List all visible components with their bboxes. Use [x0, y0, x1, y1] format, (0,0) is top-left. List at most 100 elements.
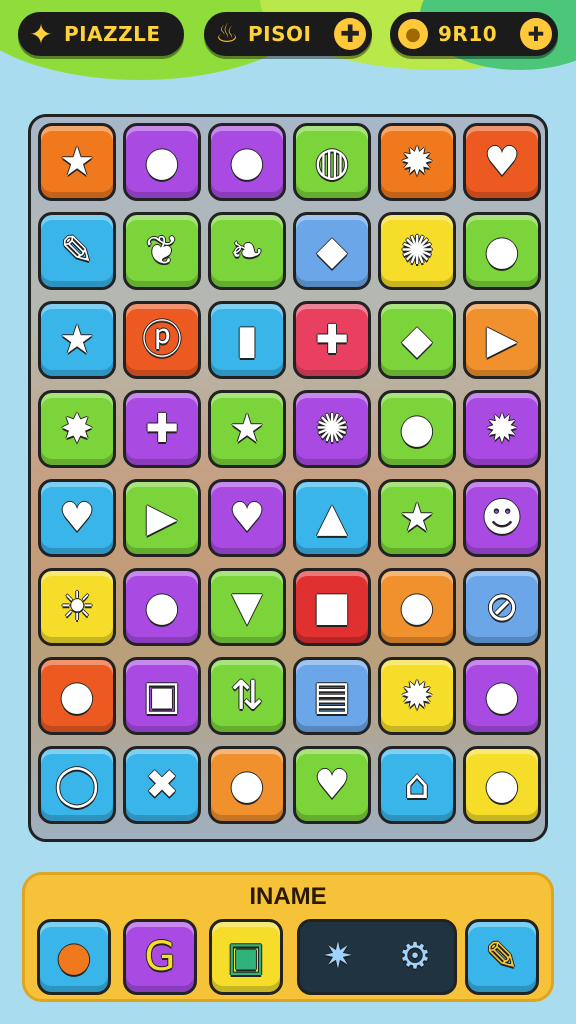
clip-icon: ✎ — [60, 228, 94, 274]
orange-ball-icon: ● — [229, 139, 265, 185]
board-tile[interactable]: ❦ — [123, 212, 201, 290]
board-tile[interactable]: ● — [463, 657, 541, 735]
blue-gear-icon: ✺ — [400, 228, 434, 274]
board-tile[interactable]: ✹ — [378, 657, 456, 735]
ring-icon: ◯ — [54, 762, 100, 808]
shield-gear-icon[interactable]: ✷ — [323, 939, 353, 975]
inventory-slot[interactable]: ✎ — [465, 919, 539, 995]
board-tile[interactable]: ⊘ — [463, 568, 541, 646]
house-icon: ⌂ — [404, 762, 430, 808]
board-tile[interactable]: ● — [208, 123, 286, 201]
g-swirl-icon: G — [144, 934, 176, 980]
hud-score: ● 9R10 ✚ — [390, 12, 558, 56]
arrows-icon: ⇅ — [230, 673, 264, 719]
board-tile[interactable]: ✺ — [378, 212, 456, 290]
blue-drop-icon: ● — [144, 584, 180, 630]
board-tile[interactable]: ⓟ — [123, 301, 201, 379]
plus-icon[interactable]: ✚ — [520, 18, 552, 50]
board-tile[interactable]: ● — [378, 390, 456, 468]
board-tile[interactable]: ✹ — [463, 390, 541, 468]
game-board: ★ ● ● ◍ ✹ ♥ ✎ ❦ ❧ ◆ ✺ ● ★ ⓟ ▮ ✚ ◆ ▶ ✸ ✚ ★ ✺ ● ✹ ♥ ▶ ♥ ▲ ★ ☻ ☀ ● ▼ ■ ● ⊘ ● ▣ ⇅ ▤… — [28, 114, 548, 842]
board-tile[interactable]: ♥ — [38, 479, 116, 557]
white-gear-icon: ✹ — [400, 673, 434, 719]
board-tile[interactable]: ▣ — [123, 657, 201, 735]
board-tile[interactable]: ★ — [38, 123, 116, 201]
board-tile[interactable]: ● — [378, 568, 456, 646]
board-tile[interactable]: ◯ — [38, 746, 116, 824]
board-tile[interactable]: ♥ — [293, 746, 371, 824]
board-tile[interactable]: ★ — [38, 301, 116, 379]
hud-puzzle[interactable]: ✦ PIAZZLE — [18, 12, 184, 56]
inventory-slot[interactable]: G — [123, 919, 197, 995]
board-tile[interactable]: ✎ — [38, 212, 116, 290]
star-icon: ★ — [59, 139, 95, 185]
sun-icon: ☀ — [59, 584, 95, 630]
green-x-icon: ✖ — [145, 762, 179, 808]
board-tile[interactable]: ✸ — [38, 390, 116, 468]
triangle-icon: ▶ — [146, 495, 178, 541]
plus-icon[interactable]: ✚ — [334, 18, 366, 50]
dark-tray: ✷ ⚙ — [297, 919, 457, 995]
board-tile[interactable]: ● — [123, 123, 201, 201]
board-tile[interactable]: ● — [463, 746, 541, 824]
drop-icon: ● — [144, 139, 180, 185]
board-tile[interactable]: ▼ — [208, 568, 286, 646]
board-tile[interactable]: ● — [123, 568, 201, 646]
board-tile[interactable]: ▮ — [208, 301, 286, 379]
cherry-icon: ● — [484, 228, 520, 274]
board-tile[interactable]: ▤ — [293, 657, 371, 735]
striped-ball-icon: ◍ — [314, 139, 350, 185]
heart-icon: ♥ — [59, 495, 95, 541]
board-tile[interactable]: ★ — [378, 479, 456, 557]
board-tile[interactable]: ✖ — [123, 746, 201, 824]
board-tile[interactable]: ♥ — [208, 479, 286, 557]
board-tile[interactable]: ✺ — [293, 390, 371, 468]
inventory-slot[interactable]: ● — [37, 919, 111, 995]
board-tile[interactable]: ✚ — [293, 301, 371, 379]
board-tile[interactable]: ✹ — [378, 123, 456, 201]
settings-gear-icon[interactable]: ⚙ — [399, 939, 431, 975]
monitor-icon: ▣ — [143, 673, 181, 719]
board-tile[interactable]: ✚ — [123, 390, 201, 468]
board-tile[interactable]: ☻ — [463, 479, 541, 557]
inventory-slot[interactable]: ▣ — [209, 919, 283, 995]
red-clover-icon: ✚ — [315, 317, 349, 363]
sun-face-icon: ✺ — [315, 406, 349, 452]
diamond-icon: ◆ — [316, 228, 348, 274]
box-icon: ■ — [313, 584, 351, 630]
panel-title: INAME — [249, 883, 327, 910]
board-tile[interactable]: ▶ — [123, 479, 201, 557]
star-face-icon: ✸ — [60, 406, 94, 452]
plum-icon: ● — [399, 406, 435, 452]
board-tile[interactable]: ◆ — [293, 212, 371, 290]
board-tile[interactable]: ◆ — [378, 301, 456, 379]
blue-orb-icon: ● — [59, 673, 95, 719]
balloon-icon: ● — [399, 584, 435, 630]
flame-icon: ♨ — [215, 19, 239, 49]
board-tile[interactable]: ● — [38, 657, 116, 735]
board-tile[interactable]: ▶ — [463, 301, 541, 379]
gold-star-icon: ★ — [399, 495, 435, 541]
leaf-icon: ❦ — [145, 228, 179, 274]
board-tile[interactable]: ◍ — [293, 123, 371, 201]
board-tile[interactable]: ● — [463, 212, 541, 290]
pencil-icon: ✎ — [485, 934, 519, 980]
board-tile[interactable]: ● — [208, 746, 286, 824]
green-heart-icon: ♥ — [314, 762, 350, 808]
board-tile[interactable]: ■ — [293, 568, 371, 646]
board-tile[interactable]: ♥ — [463, 123, 541, 201]
hud-coins: ♨ PISOI ✚ — [204, 12, 372, 56]
board-tile[interactable]: ▲ — [293, 479, 371, 557]
rainbow-star-icon: ★ — [59, 317, 95, 363]
p-ring-icon: ⓟ — [142, 317, 182, 363]
board-tile[interactable]: ★ — [208, 390, 286, 468]
orange-fruit-icon: ● — [56, 934, 92, 980]
board-tile[interactable]: ❧ — [208, 212, 286, 290]
leaf-green-icon: ❧ — [230, 228, 264, 274]
board-tile[interactable]: ☀ — [38, 568, 116, 646]
purple-clover-icon: ✚ — [145, 406, 179, 452]
blue-gem-icon: ◆ — [401, 317, 433, 363]
heart-box-icon: ♥ — [484, 139, 520, 185]
board-tile[interactable]: ⌂ — [378, 746, 456, 824]
board-tile[interactable]: ⇅ — [208, 657, 286, 735]
